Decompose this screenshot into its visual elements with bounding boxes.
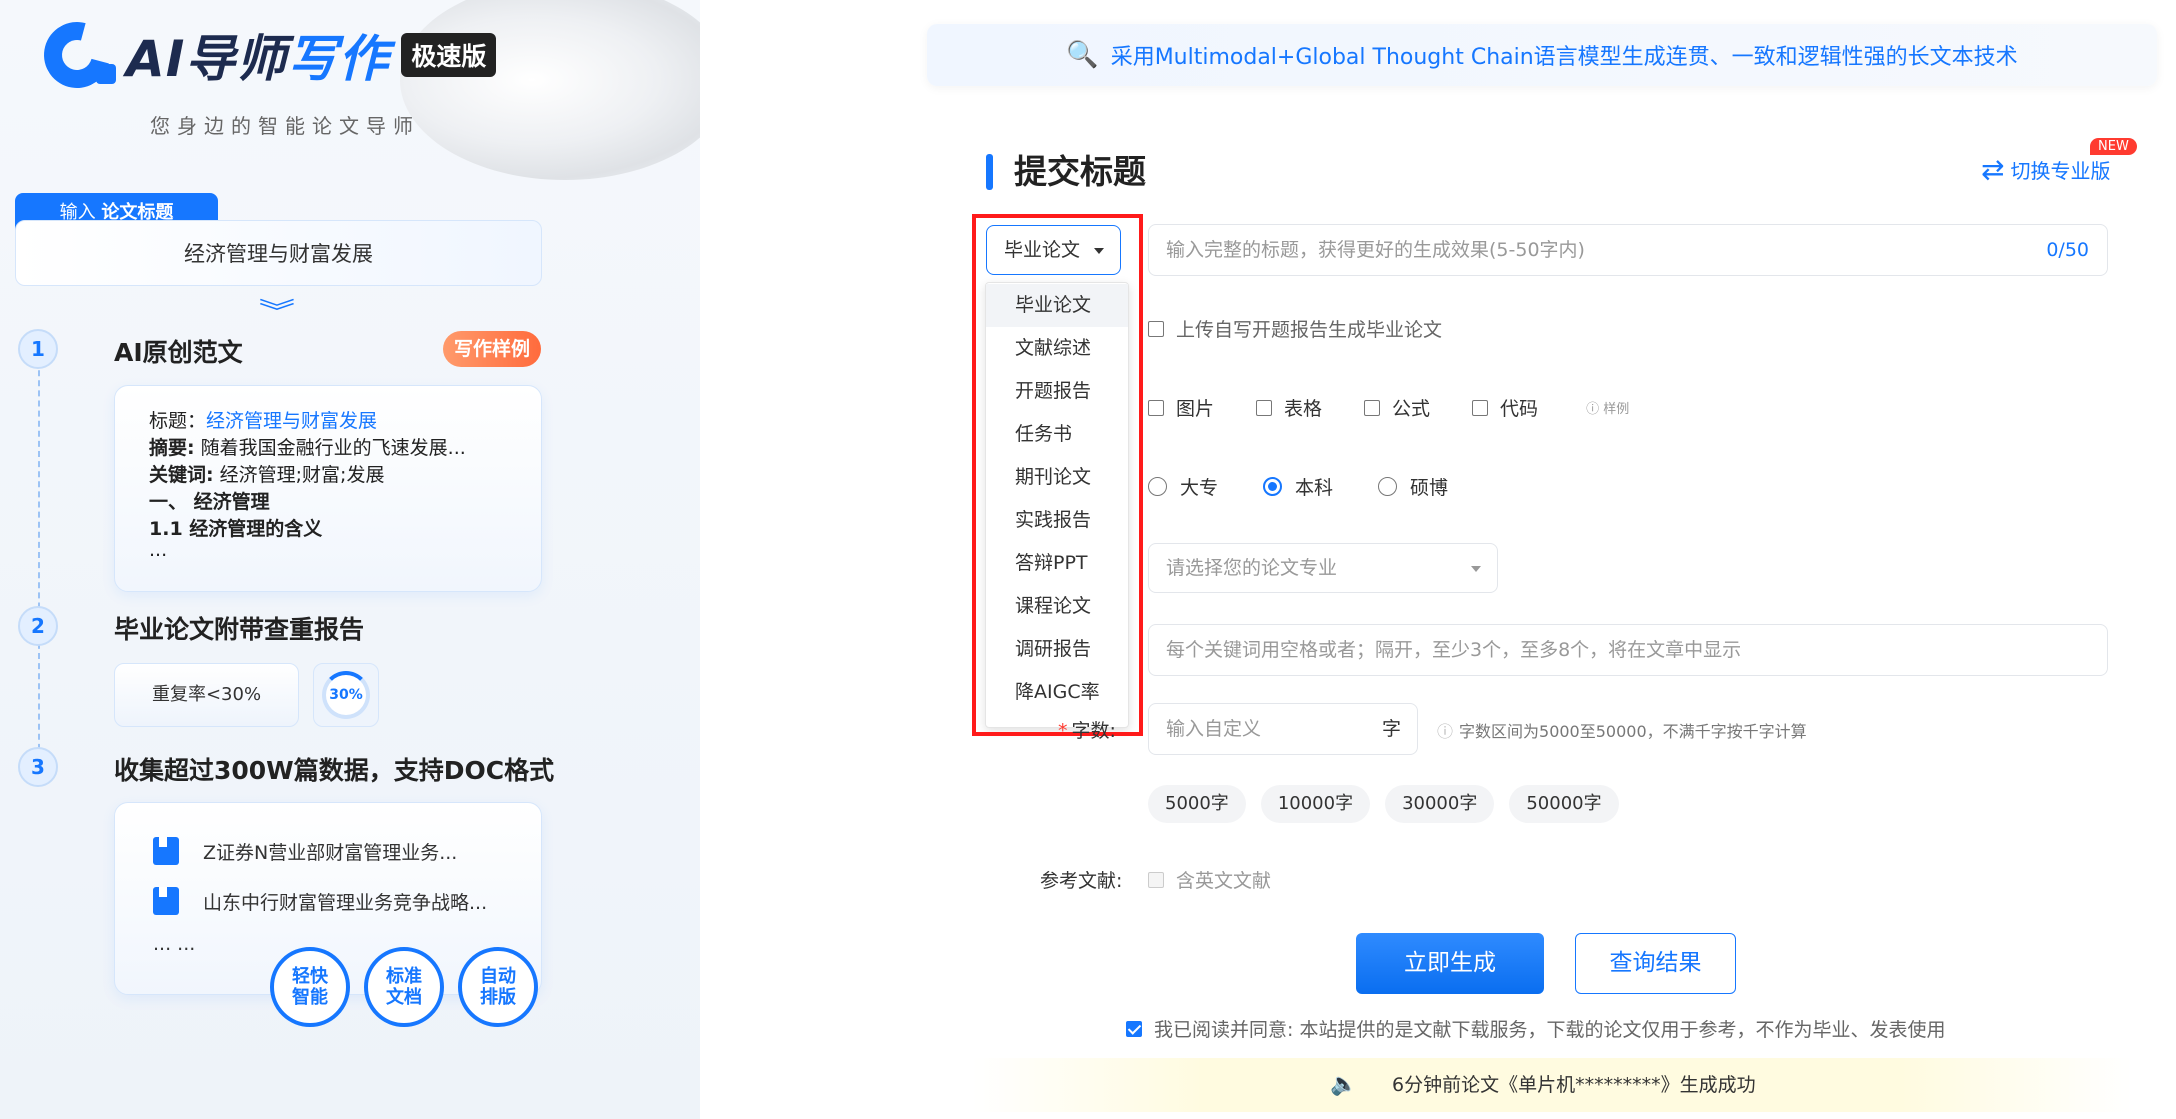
- topic-box: 经济管理与财富发展: [15, 220, 542, 286]
- english-refs-option[interactable]: 含英文文献: [1148, 866, 1271, 893]
- section-title: 提交标题: [986, 150, 1146, 194]
- sample-title: 经济管理与财富发展: [206, 410, 378, 432]
- logo-main-text: AI导师: [126, 30, 288, 88]
- title-input[interactable]: 输入完整的标题，获得更好的生成效果(5-50字内) 0/50: [1148, 224, 2108, 276]
- badge-light-smart: 轻快 智能: [270, 947, 350, 1027]
- upload-checkbox[interactable]: [1148, 320, 1164, 337]
- wordcount-chip[interactable]: 30000字: [1385, 785, 1495, 823]
- highlight-frame: [972, 214, 1143, 736]
- step-number-3: 3: [18, 747, 58, 787]
- content-options: 图片 表格 公式 代码 ⓘ 样例: [1148, 394, 1629, 421]
- step-title-1: AI原创范文: [114, 333, 243, 373]
- speaker-icon: 🔈: [1330, 1072, 1358, 1097]
- tech-banner: 🔍 采用Multimodal+Global Thought Chain语言模型生…: [927, 24, 2157, 86]
- badge-standard-doc: 标准 文档: [364, 947, 444, 1027]
- info-icon: ⓘ: [1437, 722, 1454, 741]
- switch-arrows-icon: ⇄: [1981, 153, 2005, 186]
- logo-icon: [31, 9, 126, 101]
- agreement[interactable]: 我已阅读并同意: 本站提供的是文献下载服务，下载的论文仅用于参考，不作为毕业、发…: [1126, 1015, 1945, 1042]
- left-panel: AI导师写作 极速版 您身边的智能论文导师 输入 论文标题 经济管理与财富发展 …: [0, 0, 700, 1119]
- option-code[interactable]: 代码: [1472, 394, 1538, 421]
- chevron-down-icon: ︾: [258, 298, 296, 328]
- new-badge: NEW: [2090, 138, 2137, 155]
- option-image[interactable]: 图片: [1148, 394, 1214, 421]
- level-undergraduate[interactable]: 本科: [1263, 473, 1333, 500]
- keywords-input[interactable]: 每个关键词用空格或者；隔开，至少3个，至多8个，将在文章中显示: [1148, 624, 2108, 676]
- degree-level-options: 大专 本科 硕博: [1148, 473, 1493, 500]
- badge-auto-layout: 自动 排版: [458, 947, 538, 1027]
- book-icon: [153, 837, 179, 865]
- wordcount-label: * 字数:: [1058, 720, 1116, 742]
- sample-info-link[interactable]: ⓘ 样例: [1586, 398, 1629, 417]
- title-char-count: 0/50: [2046, 239, 2089, 261]
- step-number-1: 1: [18, 329, 58, 369]
- book-icon: [153, 887, 179, 915]
- sample-badge[interactable]: 写作样例: [443, 331, 541, 367]
- agreement-checkbox[interactable]: [1126, 1020, 1142, 1037]
- dup-rate-circle: 30%: [322, 671, 370, 719]
- switch-pro-link[interactable]: ⇄ 切换专业版: [1981, 153, 2110, 186]
- step-connector: [38, 350, 40, 760]
- sample-card: 标题：经济管理与财富发展 摘要: 随着我国金融行业的飞速发展... 关键词: 经…: [114, 385, 542, 592]
- level-junior-college[interactable]: 大专: [1148, 473, 1218, 500]
- logo-accent-text: 写作: [287, 30, 390, 88]
- generation-notice: 🔈 6分钟前论文《单片机*********》生成成功: [972, 1058, 2132, 1112]
- wordcount-chips: 5000字 10000字 30000字 50000字: [1148, 785, 1634, 823]
- upload-proposal-option[interactable]: 上传自写开题报告生成毕业论文: [1148, 315, 1442, 342]
- wordcount-hint: ⓘ 字数区间为5000至50000，不满千字按千字计算: [1437, 722, 1807, 741]
- references-label: 参考文献:: [1040, 870, 1123, 892]
- document-search-icon: 🔍: [1066, 40, 1099, 70]
- level-graduate[interactable]: 硕博: [1378, 473, 1448, 500]
- wordcount-input[interactable]: 输入自定义 字: [1148, 703, 1418, 755]
- wordcount-chip[interactable]: 5000字: [1148, 785, 1246, 823]
- list-item: Z证券N营业部财富管理业务...: [153, 833, 541, 869]
- query-results-button[interactable]: 查询结果: [1575, 933, 1736, 994]
- step-number-2: 2: [18, 606, 58, 646]
- logo[interactable]: AI导师写作 极速版: [31, 9, 497, 101]
- major-select[interactable]: 请选择您的论文专业: [1148, 543, 1498, 593]
- wordcount-chip[interactable]: 10000字: [1260, 785, 1371, 823]
- option-table[interactable]: 表格: [1256, 394, 1322, 421]
- list-item: 山东中行财富管理业务竞争战略...: [153, 883, 541, 919]
- wordcount-chip[interactable]: 50000字: [1509, 785, 1619, 823]
- generate-button[interactable]: 立即生成: [1356, 933, 1544, 994]
- dup-rate-box: 重复率<30%: [114, 663, 299, 727]
- caret-down-icon: [1471, 566, 1481, 572]
- step-title-2: 毕业论文附带查重报告: [114, 610, 365, 650]
- tagline: 您身边的智能论文导师: [150, 114, 420, 138]
- option-formula[interactable]: 公式: [1364, 394, 1430, 421]
- edition-badge: 极速版: [401, 33, 497, 77]
- step-title-3: 收集超过300W篇数据，支持DOC格式: [114, 751, 555, 791]
